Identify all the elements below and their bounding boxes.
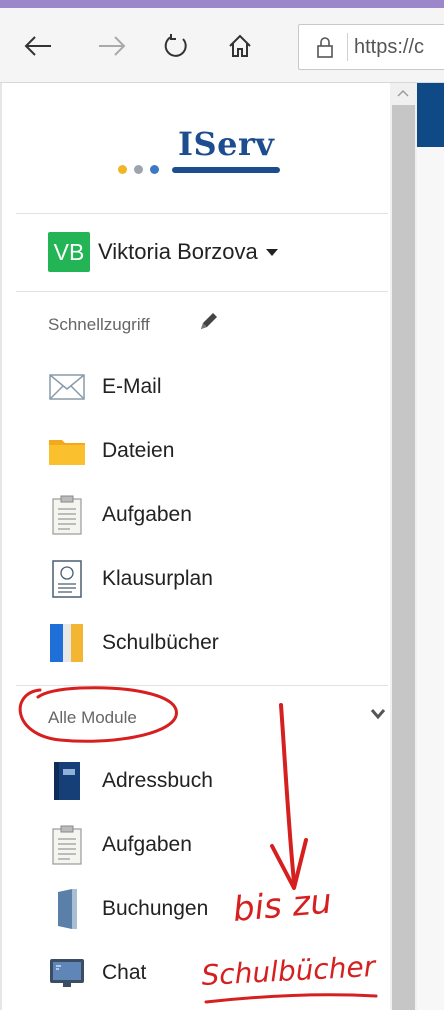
nav-item-label: Chat	[102, 961, 147, 984]
nav-item-label: Schulbücher	[102, 631, 219, 654]
scroll-up-arrow-icon	[397, 90, 409, 97]
sidebar	[0, 83, 392, 1010]
avatar: VB	[48, 232, 90, 272]
user-menu[interactable]: VB Viktoria Borzova	[48, 228, 278, 276]
window-top-stripe	[0, 0, 444, 8]
nav-item-chat[interactable]: Chat	[48, 948, 146, 998]
home-button[interactable]	[220, 28, 260, 64]
main-header-bar	[417, 83, 444, 147]
nav-item-label: Klausurplan	[102, 567, 213, 590]
quick-access-title: Schnellzugriff	[48, 315, 150, 334]
divider	[16, 685, 388, 686]
logo-dot	[118, 165, 127, 174]
nav-item-label: Dateien	[102, 439, 175, 462]
nav-item-label: E-Mail	[102, 375, 162, 398]
nav-item-label: Aufgaben	[102, 833, 192, 856]
iserv-logo[interactable]: IServ	[110, 125, 280, 180]
url-separator	[347, 33, 348, 61]
url-text: https://c	[354, 35, 425, 58]
arrow-right-icon	[99, 36, 126, 56]
all-modules-title[interactable]: Alle Module	[48, 708, 137, 728]
address-bar[interactable]: https://c	[298, 24, 444, 70]
address-book-icon	[48, 758, 86, 804]
nav-item-exam-plan[interactable]: Klausurplan	[48, 554, 213, 604]
divider	[16, 213, 388, 214]
nav-item-tasks[interactable]: Aufgaben	[48, 490, 192, 540]
nav-item-label: Adressbuch	[102, 769, 213, 792]
lock-icon	[317, 37, 333, 58]
folder-icon	[48, 428, 86, 474]
refresh-icon	[164, 34, 187, 57]
door-icon	[48, 886, 86, 932]
caret-down-icon	[265, 248, 278, 256]
divider	[16, 291, 388, 292]
pencil-icon[interactable]	[198, 310, 220, 332]
books-icon	[48, 620, 86, 666]
arrow-left-icon	[24, 36, 51, 56]
exam-plan-icon	[48, 556, 86, 602]
clipboard-icon	[48, 492, 86, 538]
nav-item-label: Buchungen	[102, 897, 209, 920]
logo-dot	[134, 165, 143, 174]
nav-item-tasks-2[interactable]: Aufgaben	[48, 820, 192, 870]
main-content-area	[417, 83, 444, 1010]
forward-button[interactable]	[92, 28, 132, 64]
nav-item-schoolbooks[interactable]: Schulbücher	[48, 618, 219, 668]
clipboard-icon	[48, 822, 86, 868]
home-icon	[229, 34, 251, 57]
back-button[interactable]	[18, 28, 58, 64]
nav-item-label: Aufgaben	[102, 503, 192, 526]
browser-toolbar: https://c	[0, 8, 444, 83]
nav-item-bookings[interactable]: Buchungen	[48, 884, 208, 934]
user-name: Viktoria Borzova	[98, 239, 258, 264]
sidebar-scrollbar[interactable]	[390, 83, 417, 1010]
nav-item-files[interactable]: Dateien	[48, 426, 174, 476]
nav-item-address-book[interactable]: Adressbuch	[48, 756, 213, 806]
nav-item-email[interactable]: E-Mail	[48, 362, 162, 412]
refresh-button[interactable]	[156, 28, 196, 64]
scrollbar-thumb[interactable]	[392, 105, 415, 1010]
mail-icon	[48, 364, 86, 410]
logo-dot	[150, 165, 159, 174]
chevron-down-icon[interactable]	[370, 707, 386, 721]
logo-underline	[172, 167, 280, 173]
chat-monitor-icon	[48, 950, 86, 996]
logo-text: IServ	[178, 125, 275, 163]
